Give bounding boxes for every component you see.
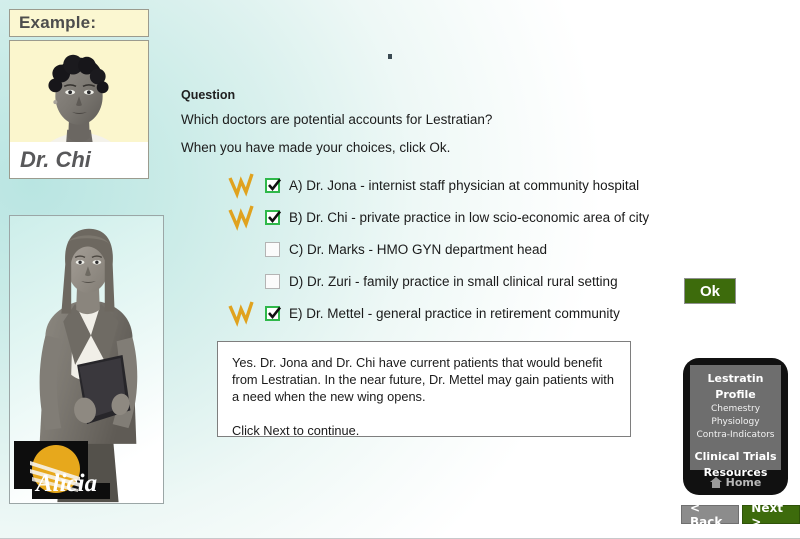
check-icon xyxy=(268,178,281,192)
option-row-d[interactable]: D) Dr. Zuri - family practice in small c… xyxy=(228,268,648,300)
example-header-box: Example: xyxy=(9,9,149,37)
feedback-box: Yes. Dr. Jona and Dr. Chi have current p… xyxy=(217,341,631,438)
cursor-artifact xyxy=(388,54,392,59)
option-label-d: D) Dr. Zuri - family practice in small c… xyxy=(289,274,618,289)
option-row-e[interactable]: E) Dr. Mettel - general practice in reti… xyxy=(228,300,648,332)
feedback-paragraph-2: Click Next to continue. xyxy=(232,423,360,438)
gold-checkmark-icon xyxy=(228,205,254,231)
menu-item-lestratin-profile[interactable]: Lestratin Profile xyxy=(690,371,781,403)
gold-checkmark-icon xyxy=(228,301,254,327)
option-checkbox-e[interactable] xyxy=(265,306,281,321)
menu-item-chemestry[interactable]: Chemestry xyxy=(690,403,781,416)
lesson-slide: Example: Dr. Chi Alicia Question Which d… xyxy=(0,0,800,539)
menu-item-clinical-trials[interactable]: Clinical Trials xyxy=(690,449,781,465)
option-checkbox-d[interactable] xyxy=(265,274,280,289)
alicia-logo: Alicia xyxy=(14,441,110,499)
feedback-paragraph-1: Yes. Dr. Jona and Dr. Chi have current p… xyxy=(232,355,614,404)
question-instruction: When you have made your choices, click O… xyxy=(181,140,451,155)
example-header-label: Example: xyxy=(19,13,97,32)
option-checkbox-b[interactable] xyxy=(265,210,281,225)
example-character-name-bar: Dr. Chi xyxy=(10,142,148,178)
option-label-e: E) Dr. Mettel - general practice in reti… xyxy=(289,306,620,321)
gold-checkmark-icon xyxy=(228,173,254,199)
home-icon xyxy=(709,477,722,488)
home-button[interactable]: Home xyxy=(683,476,788,489)
option-label-a: A) Dr. Jona - internist staff physician … xyxy=(289,178,640,193)
check-icon xyxy=(268,306,281,320)
menu-item-physiology[interactable]: Physiology xyxy=(690,416,781,429)
option-row-c[interactable]: C) Dr. Marks - HMO GYN department head xyxy=(228,236,648,268)
back-button[interactable]: < Back xyxy=(681,501,740,529)
check-icon xyxy=(268,210,281,224)
option-label-c: C) Dr. Marks - HMO GYN department head xyxy=(289,242,548,257)
alicia-character-panel: Alicia xyxy=(9,215,164,504)
option-checkbox-c[interactable] xyxy=(265,242,280,257)
example-character-photo: Dr. Chi xyxy=(9,40,149,179)
question-prompt: Which doctors are potential accounts for… xyxy=(181,112,493,127)
navigation-buttons: < Back Next > xyxy=(681,501,800,529)
option-label-b: B) Dr. Chi - private practice in low sci… xyxy=(289,210,650,225)
answer-options-list: A) Dr. Jona - internist staff physician … xyxy=(228,172,650,332)
home-label: Home xyxy=(725,476,762,489)
next-button[interactable]: Next > xyxy=(742,501,800,529)
example-character-name: Dr. Chi xyxy=(20,147,91,172)
menu-item-contra-indicators[interactable]: Contra-Indicators xyxy=(690,429,781,442)
option-row-b[interactable]: B) Dr. Chi - private practice in low sci… xyxy=(228,204,650,236)
question-heading: Question xyxy=(181,88,236,102)
resource-device-panel: Lestratin Profile Chemestry Physiology C… xyxy=(683,358,788,495)
ok-button[interactable]: Ok xyxy=(684,278,736,304)
option-row-a[interactable]: A) Dr. Jona - internist staff physician … xyxy=(228,172,648,204)
alicia-logo-text: Alicia xyxy=(34,470,97,497)
device-screen: Lestratin Profile Chemestry Physiology C… xyxy=(690,365,781,479)
option-checkbox-a[interactable] xyxy=(265,178,281,193)
